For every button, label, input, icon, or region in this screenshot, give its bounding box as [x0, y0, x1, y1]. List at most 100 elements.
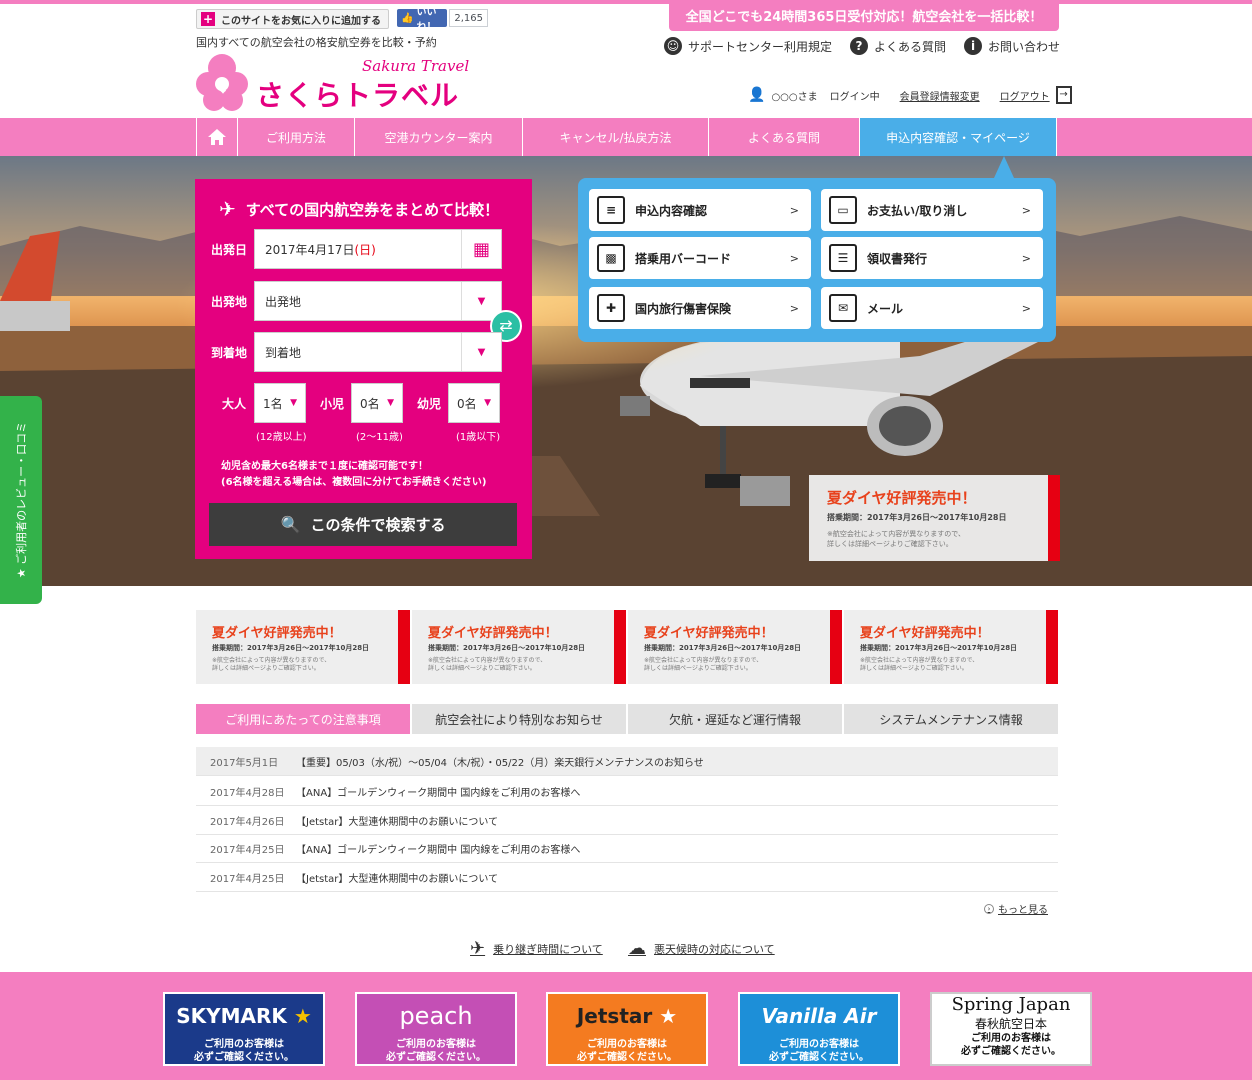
- nav-faq[interactable]: よくある質問: [709, 118, 860, 156]
- jetstar-name: Jetstar: [576, 1004, 653, 1028]
- news-title[interactable]: 【ANA】ゴールデンウィーク期間中 国内線をご利用のお客様へ: [296, 784, 580, 799]
- infant-select[interactable]: 0名 ▼: [448, 383, 500, 423]
- login-status: ログイン中: [829, 91, 880, 103]
- nav-mypage[interactable]: 申込内容確認・マイページ: [860, 118, 1057, 156]
- logo-japanese[interactable]: さくらトラベル: [256, 74, 459, 114]
- search-submit-label: この条件で検索する: [310, 516, 446, 534]
- departure-date-input[interactable]: 2017年4月17日 (日) ▦: [254, 229, 502, 269]
- to-label: 到着地: [211, 346, 248, 360]
- jetstar-logo: Jetstar ★: [548, 994, 706, 1038]
- airplane-icon: ✈: [470, 938, 486, 959]
- summer-promo-card[interactable]: 夏ダイヤ好評発売中！ 搭乗期間：2017年3月26日〜2017年10月28日 ※…: [412, 610, 626, 684]
- promo-note-line2: 詳しくは詳細ページよりご確認下さい。: [212, 665, 320, 672]
- airline-jetstar[interactable]: Jetstar ★ ご利用のお客様は 必ずご確認ください。: [546, 992, 708, 1066]
- news-title[interactable]: 【Jetstar】大型連休期間中のお願いについて: [296, 870, 498, 885]
- mypage-application-check[interactable]: ≡ 申込内容確認 >: [589, 189, 811, 231]
- promo-note-line2: 詳しくは詳細ページよりご確認下さい。: [827, 540, 953, 548]
- mypage-receipt[interactable]: ☰ 領収書発行 >: [821, 237, 1043, 279]
- news-date: 2017年4月26日: [210, 816, 285, 828]
- mypage-insurance-label: 国内旅行傷害保険: [635, 301, 732, 316]
- airline-peach[interactable]: peach ご利用のお客様は 必ずご確認ください。: [355, 992, 517, 1066]
- like-main[interactable]: 👍 いいね！: [397, 7, 448, 33]
- summer-promo-hero[interactable]: 夏ダイヤ好評発売中！ 搭乗期間：2017年3月26日〜2017年10月28日 ※…: [809, 475, 1060, 561]
- like-count: 2,165: [449, 9, 488, 27]
- airline-vanilla[interactable]: Vanilla Air ご利用のお客様は 必ずご確認ください。: [738, 992, 900, 1066]
- mypage-payment-cancel[interactable]: ▭ お支払い/取り消し >: [821, 189, 1043, 231]
- tab-notices[interactable]: ご利用にあたっての注意事項: [196, 704, 410, 734]
- logout-icon[interactable]: →: [1055, 86, 1072, 104]
- nav-usage[interactable]: ご利用方法: [238, 118, 355, 156]
- to-select[interactable]: 到着地 ▼: [254, 332, 502, 372]
- passenger-note: 幼児含め最大6名様まで１度に確認可能です！ (6名様を超える場合は、複数回に分け…: [221, 459, 487, 491]
- nav-home[interactable]: [196, 118, 238, 156]
- bad-weather-link[interactable]: ☁ 悪天候時の対応について: [628, 938, 775, 959]
- adult-age-note: (12歳以上): [256, 432, 307, 443]
- airline-skymark[interactable]: SKYMARK ★ ご利用のお客様は 必ずご確認ください。: [163, 992, 325, 1066]
- promo-period: 搭乗期間：2017年3月26日〜2017年10月28日: [212, 644, 370, 652]
- like-label: いいね！: [416, 7, 437, 33]
- chevron-right-icon: >: [789, 203, 799, 217]
- promo-note-line2: 詳しくは詳細ページよりご確認下さい。: [428, 665, 536, 672]
- review-side-tab[interactable]: ★ ご利用者のレビュー・口コミ: [0, 396, 42, 604]
- news-title[interactable]: 【ANA】ゴールデンウィーク期間中 国内線をご利用のお客様へ: [296, 841, 580, 856]
- summer-promo-card[interactable]: 夏ダイヤ好評発売中！ 搭乗期間：2017年3月26日〜2017年10月28日 ※…: [628, 610, 842, 684]
- nav-cancel-refund[interactable]: キャンセル/払戻方法: [523, 118, 709, 156]
- top-accent-line: [0, 0, 1252, 4]
- summer-promo-card[interactable]: 夏ダイヤ好評発売中！ 搭乗期間：2017年3月26日〜2017年10月28日 ※…: [844, 610, 1058, 684]
- tab-flight-status[interactable]: 欠航・遅延など運行情報: [628, 704, 842, 734]
- mypage-mail-label: メール: [867, 301, 904, 316]
- infant-value: 0名: [457, 396, 477, 411]
- news-date: 2017年5月1日: [210, 757, 279, 769]
- promo-period: 搭乗期間：2017年3月26日〜2017年10月28日: [827, 513, 1007, 522]
- calendar-icon[interactable]: ▦: [461, 230, 501, 268]
- transfer-time-link[interactable]: ✈ 乗り継ぎ時間について: [470, 938, 603, 959]
- bad-weather-label: 悪天候時の対応について: [654, 942, 775, 956]
- support-center-link[interactable]: ☺ サポートセンター利用規定: [664, 37, 832, 55]
- child-select[interactable]: 0名 ▼: [351, 383, 403, 423]
- departure-date-weekday: (日): [354, 242, 376, 257]
- tab-airline-notices[interactable]: 航空会社により特別なお知らせ: [412, 704, 626, 734]
- search-title-text: すべての国内航空券をまとめて比較！: [245, 200, 500, 219]
- nav-airport-counter[interactable]: 空港カウンター案内: [355, 118, 523, 156]
- summer-promo-card[interactable]: 夏ダイヤ好評発売中！ 搭乗期間：2017年3月26日〜2017年10月28日 ※…: [196, 610, 410, 684]
- logout-link[interactable]: ログアウト: [1000, 88, 1050, 103]
- ambulance-icon: ✚: [597, 294, 625, 322]
- airline-spring[interactable]: Spring Japan 春秋航空日本 ご利用のお客様は 必ずご確認ください。: [930, 992, 1092, 1066]
- tab-maintenance[interactable]: システムメンテナンス情報: [844, 704, 1058, 734]
- more-news-label: もっと見る: [998, 905, 1048, 916]
- search-submit-button[interactable]: 🔍 この条件で検索する: [209, 503, 517, 546]
- support-links: ☺ サポートセンター利用規定 ? よくある質問 i お問い合わせ: [664, 37, 1060, 55]
- promo-note-line1: ※航空会社によって内容が異なりますので、: [860, 657, 979, 664]
- news-row[interactable]: 2017年4月25日 【ANA】ゴールデンウィーク期間中 国内線をご利用のお客様…: [196, 834, 1058, 863]
- contact-link[interactable]: i お問い合わせ: [964, 37, 1060, 55]
- news-title[interactable]: 【重要】05/03（水/祝）〜05/04（木/祝）・05/22（月）楽天銀行メン…: [296, 754, 704, 769]
- promo-note: ※航空会社によって内容が異なりますので、 詳しくは詳細ページよりご確認下さい。: [827, 529, 1048, 549]
- member-info-link[interactable]: 会員登録情報変更: [900, 88, 980, 103]
- news-row[interactable]: 2017年5月1日 【重要】05/03（水/祝）〜05/04（木/祝）・05/2…: [196, 747, 1058, 776]
- chevron-down-icon: ▼: [461, 333, 501, 371]
- news-date: 2017年4月25日: [210, 873, 285, 885]
- news-row[interactable]: 2017年4月28日 【ANA】ゴールデンウィーク期間中 国内線をご利用のお客様…: [196, 777, 1058, 806]
- peach-sub2: 必ずご確認ください。: [386, 1052, 486, 1063]
- service-banner: 全国どこでも24時間365日受付対応！航空会社を一括比較！: [669, 4, 1059, 31]
- facebook-like-button[interactable]: 👍 いいね！ 2,165: [397, 7, 488, 33]
- mypage-mail[interactable]: ✉ メール >: [821, 287, 1043, 329]
- faq-link[interactable]: ? よくある質問: [850, 37, 946, 55]
- more-news-link[interactable]: › もっと見る: [984, 901, 1048, 916]
- star-icon: ★: [286, 1004, 312, 1028]
- news-title[interactable]: 【Jetstar】大型連休期間中のお願いについて: [296, 813, 498, 828]
- promo-note-line1: ※航空会社によって内容が異なりますので、: [644, 657, 763, 664]
- from-select[interactable]: 出発地 ▼: [254, 281, 502, 321]
- spring-sub2: 必ずご確認ください。: [961, 1046, 1061, 1057]
- credit-card-icon: ▭: [829, 196, 857, 224]
- news-row[interactable]: 2017年4月26日 【Jetstar】大型連休期間中のお願いについて: [196, 806, 1058, 835]
- from-value: 出発地: [265, 294, 302, 309]
- infant-age-note: (1歳以下): [456, 432, 501, 443]
- mypage-boarding-barcode[interactable]: ▩ 搭乗用バーコード >: [589, 237, 811, 279]
- mypage-receipt-label: 領収書発行: [867, 251, 928, 266]
- skymark-name: SKYMARK: [176, 1004, 287, 1028]
- adult-select[interactable]: 1名 ▼: [254, 383, 306, 423]
- mypage-travel-insurance[interactable]: ✚ 国内旅行傷害保険 >: [589, 287, 811, 329]
- add-favorite-button[interactable]: + このサイトをお気に入りに追加する: [196, 9, 389, 29]
- news-row[interactable]: 2017年4月25日 【Jetstar】大型連休期間中のお願いについて: [196, 863, 1058, 892]
